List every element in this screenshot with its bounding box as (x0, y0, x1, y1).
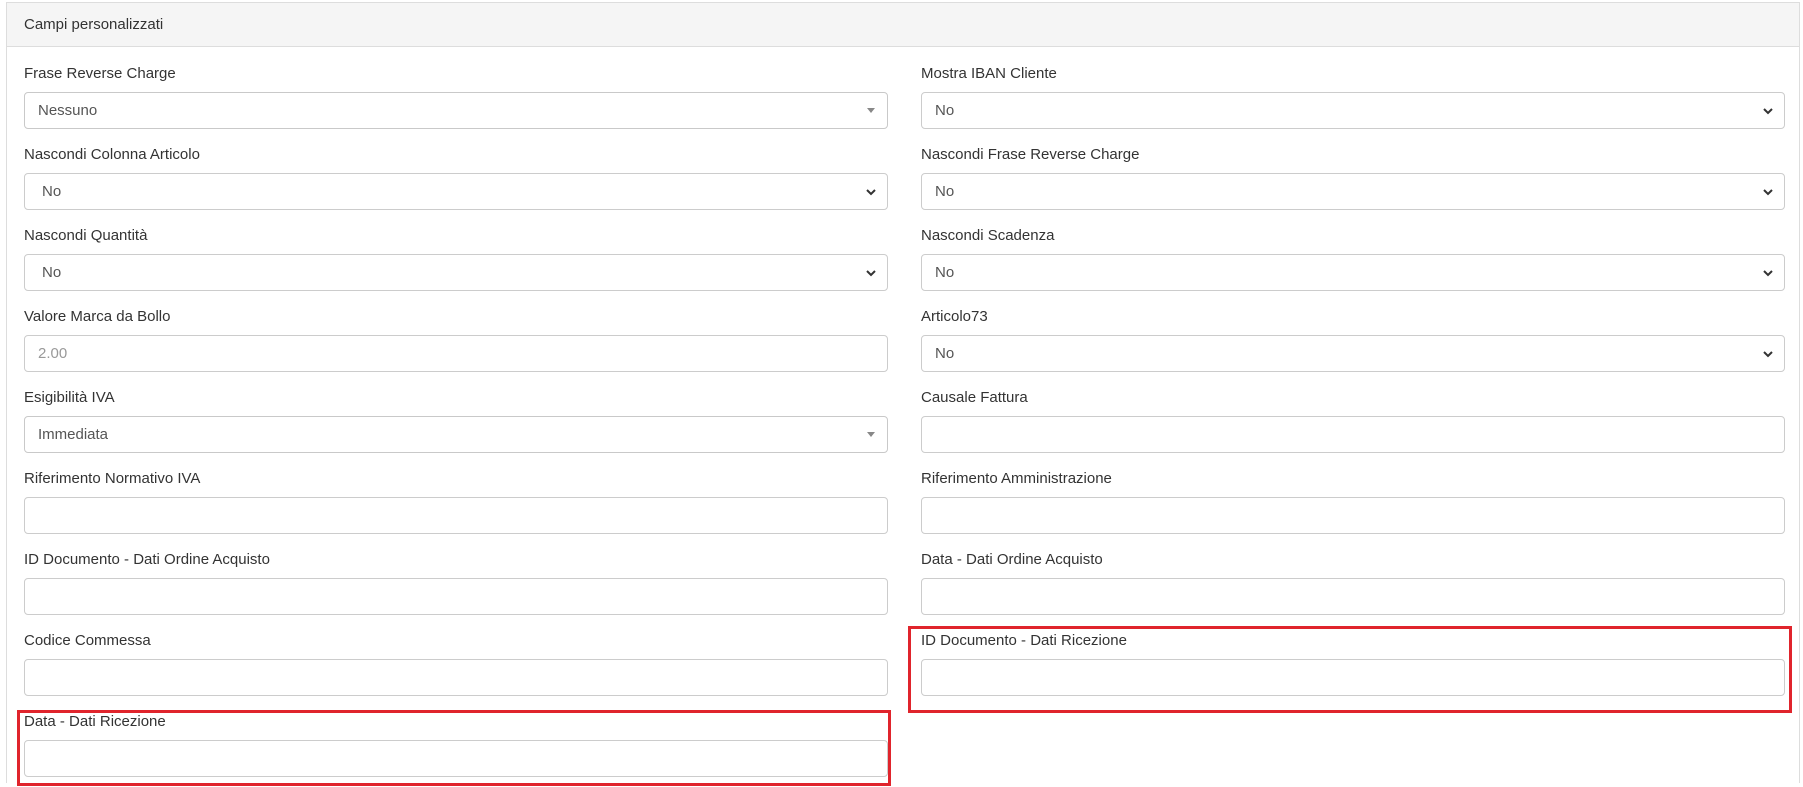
field-causale-fattura: Causale Fattura (921, 388, 1785, 453)
field-label: Nascondi Scadenza (921, 227, 1055, 244)
field-label: Frase Reverse Charge (24, 65, 176, 82)
frase-reverse-charge-select[interactable]: Nessuno (24, 92, 888, 129)
field-articolo73: Articolo73 No (921, 307, 1785, 372)
caret-down-icon (867, 432, 875, 437)
riferimento-normativo-iva-input[interactable] (24, 497, 888, 534)
chevron-down-icon (866, 189, 876, 196)
chevron-down-icon (866, 270, 876, 277)
chevron-down-icon (1763, 351, 1773, 358)
field-label: Codice Commessa (24, 632, 151, 649)
chevron-down-icon (1763, 270, 1773, 277)
select-value: No (935, 102, 955, 119)
select-value: Nessuno (38, 102, 98, 119)
select-value: No (935, 183, 955, 200)
chevron-down-icon (1763, 189, 1773, 196)
id-documento-ordine-acquisto-input[interactable] (24, 578, 888, 615)
causale-fattura-input[interactable] (921, 416, 1785, 453)
field-id-documento-ordine-acquisto: ID Documento - Dati Ordine Acquisto (24, 550, 888, 615)
field-codice-commessa: Codice Commessa (24, 631, 888, 696)
select-value: No (935, 264, 955, 281)
field-nascondi-quantita: Nascondi Quantità No (24, 226, 888, 291)
field-nascondi-scadenza: Nascondi Scadenza No (921, 226, 1785, 291)
caret-down-icon (867, 108, 875, 113)
highlight-box (908, 626, 1792, 713)
codice-commessa-input[interactable] (24, 659, 888, 696)
field-label: Nascondi Colonna Articolo (24, 146, 200, 163)
field-frase-reverse-charge: Frase Reverse Charge Nessuno (24, 64, 888, 129)
select-value: No (935, 345, 955, 362)
field-riferimento-amministrazione: Riferimento Amministrazione (921, 469, 1785, 534)
mostra-iban-cliente-select[interactable]: No (921, 92, 1785, 129)
field-label: Mostra IBAN Cliente (921, 65, 1057, 82)
field-label: ID Documento - Dati Ordine Acquisto (24, 551, 270, 568)
field-label: Esigibilità IVA (24, 389, 115, 406)
field-nascondi-colonna-articolo: Nascondi Colonna Articolo No (24, 145, 888, 210)
nascondi-frase-reverse-charge-select[interactable]: No (921, 173, 1785, 210)
field-riferimento-normativo-iva: Riferimento Normativo IVA (24, 469, 888, 534)
articolo73-select[interactable]: No (921, 335, 1785, 372)
nascondi-scadenza-select[interactable]: No (921, 254, 1785, 291)
panel-title: Campi personalizzati (7, 3, 1799, 47)
chevron-down-icon (1763, 108, 1773, 115)
input-placeholder: 2.00 (38, 345, 68, 362)
data-ordine-acquisto-input[interactable] (921, 578, 1785, 615)
field-label: Riferimento Normativo IVA (24, 470, 201, 487)
field-valore-marca-da-bollo: Valore Marca da Bollo 2.00 (24, 307, 888, 372)
valore-marca-da-bollo-input[interactable]: 2.00 (24, 335, 888, 372)
highlight-box (17, 710, 891, 786)
field-label: Data - Dati Ordine Acquisto (921, 551, 1103, 568)
field-esigibilita-iva: Esigibilità IVA Immediata (24, 388, 888, 453)
field-data-ordine-acquisto: Data - Dati Ordine Acquisto (921, 550, 1785, 615)
select-value: No (42, 264, 62, 281)
field-label: Nascondi Quantità (24, 227, 148, 244)
nascondi-colonna-articolo-select[interactable]: No (24, 173, 888, 210)
riferimento-amministrazione-input[interactable] (921, 497, 1785, 534)
select-value: Immediata (38, 426, 109, 443)
field-label: Nascondi Frase Reverse Charge (921, 146, 1140, 163)
nascondi-quantita-select[interactable]: No (24, 254, 888, 291)
field-label: Causale Fattura (921, 389, 1028, 406)
field-label: Articolo73 (921, 308, 988, 325)
field-nascondi-frase-reverse-charge: Nascondi Frase Reverse Charge No (921, 145, 1785, 210)
field-mostra-iban-cliente: Mostra IBAN Cliente No (921, 64, 1785, 129)
esigibilita-iva-select[interactable]: Immediata (24, 416, 888, 453)
field-label: Valore Marca da Bollo (24, 308, 171, 325)
field-label: Riferimento Amministrazione (921, 470, 1112, 487)
select-value: No (42, 183, 62, 200)
